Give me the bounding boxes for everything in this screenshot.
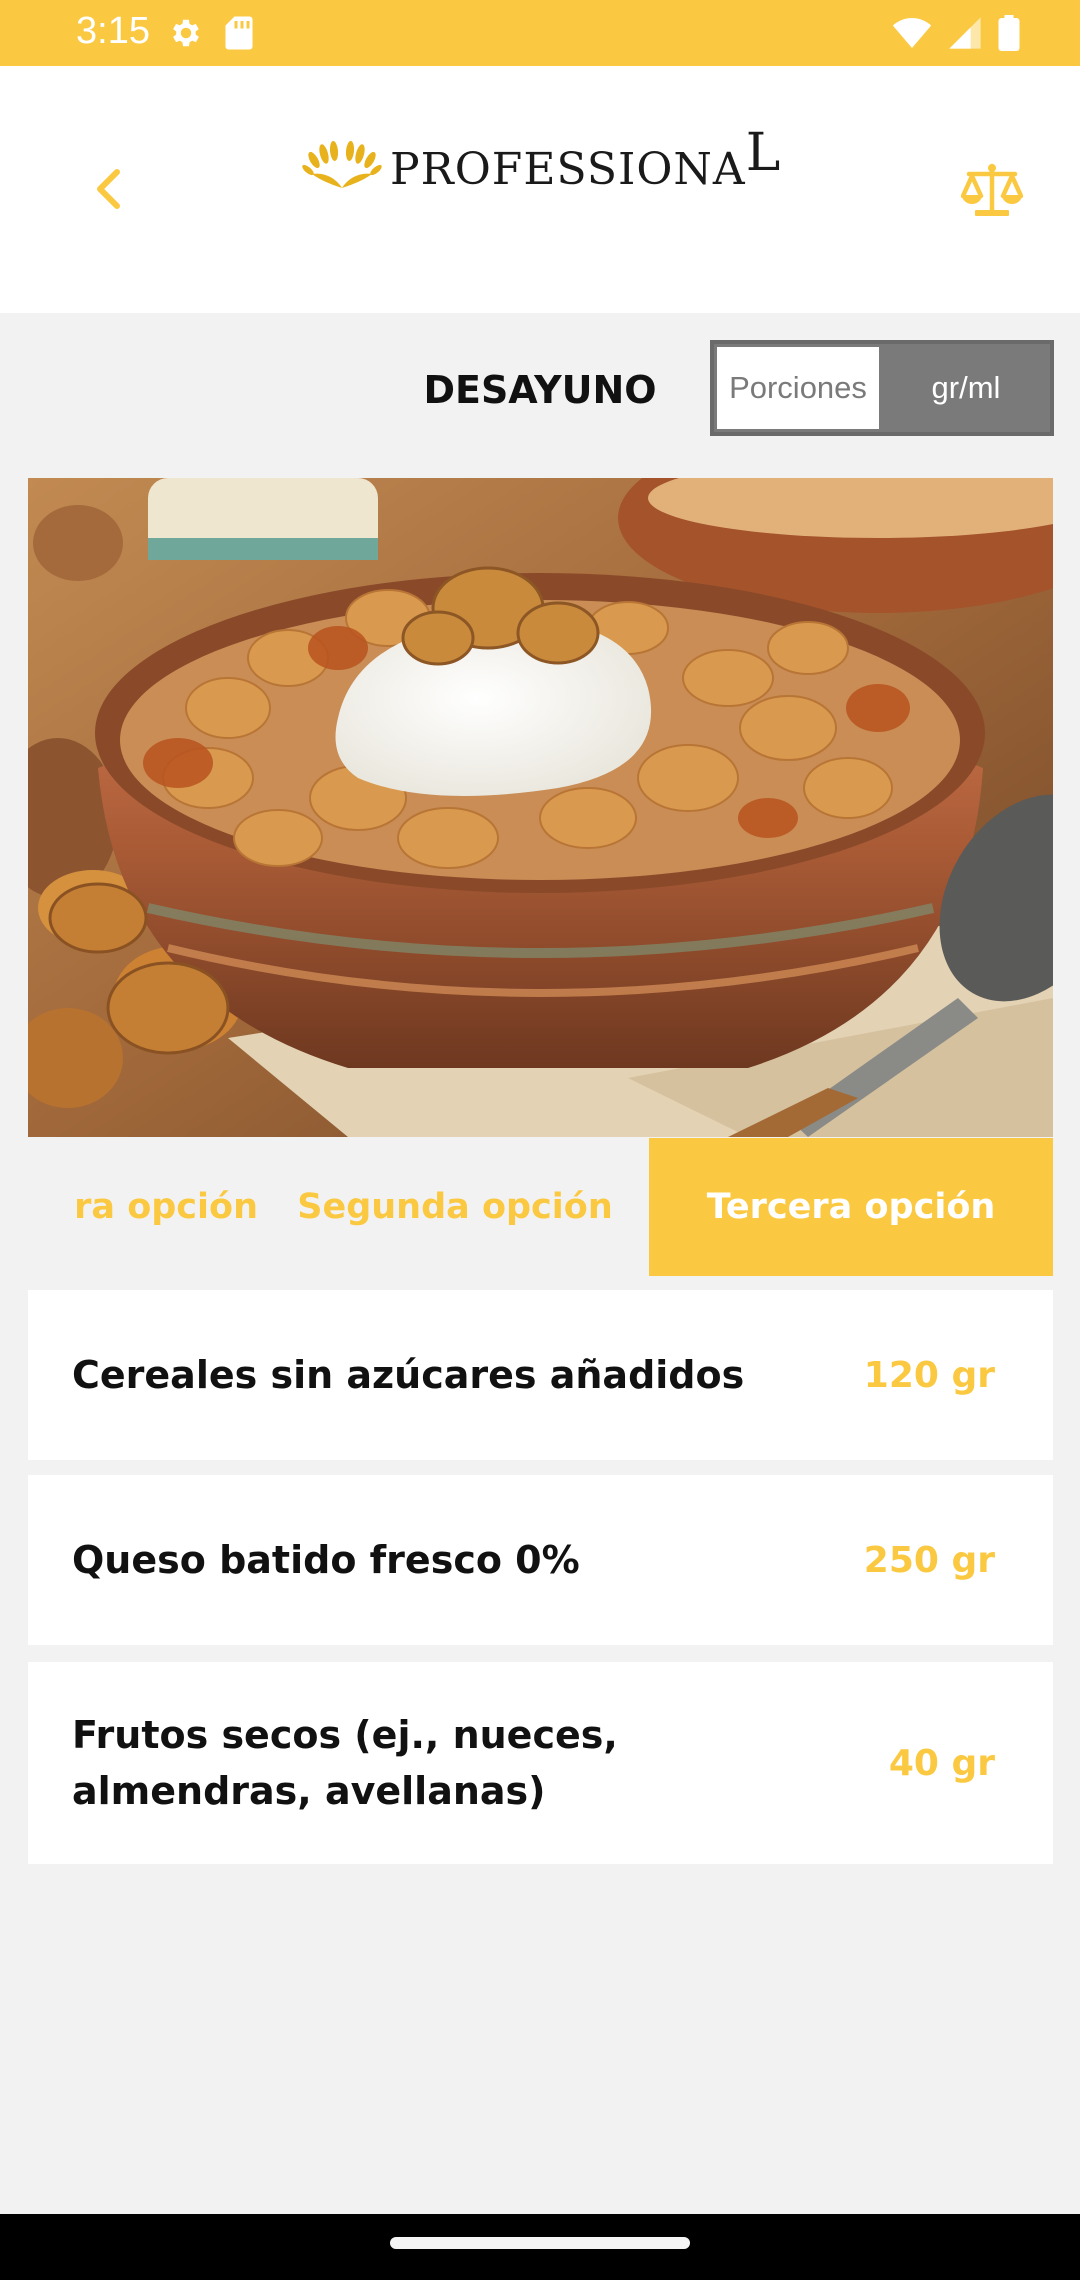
food-item-quantity: 120 gr	[863, 1354, 995, 1396]
status-left-icons	[168, 15, 254, 55]
back-button[interactable]	[80, 159, 136, 223]
app-header: PROFESSIONAL	[0, 66, 1080, 313]
screen: 3:15 PROFESSIONAL DESAYUNO Porciones gr/…	[0, 0, 1080, 2280]
scale-icon	[960, 162, 1024, 224]
meal-title: DESAYUNO	[423, 368, 657, 412]
status-right-icons	[892, 15, 1020, 55]
toggle-grams[interactable]: gr/ml	[882, 344, 1050, 432]
food-item-name: Queso batido fresco 0%	[72, 1538, 580, 1582]
battery-icon	[998, 15, 1020, 55]
tab-first-option[interactable]: ra opción	[28, 1138, 258, 1276]
settings-icon	[168, 15, 204, 55]
food-item: Queso batido fresco 0% 250 gr	[28, 1475, 1053, 1645]
unit-toggle[interactable]: Porciones gr/ml	[710, 340, 1054, 436]
food-item-quantity: 40 gr	[888, 1742, 995, 1784]
food-item-quantity: 250 gr	[863, 1539, 995, 1581]
brand-name-main: PROFESSIONA	[390, 144, 746, 195]
wifi-icon	[892, 16, 932, 54]
status-bar: 3:15	[0, 0, 1080, 66]
option-tabs: ra opción Segunda opción Tercera opción	[0, 1138, 1080, 1276]
tab-first-option-label: ra opción	[74, 1187, 258, 1227]
sd-card-icon	[224, 15, 254, 55]
food-item-name: Frutos secos (ej., nueces, almendras, av…	[72, 1713, 618, 1813]
tab-third-option[interactable]: Tercera opción	[649, 1138, 1053, 1276]
tab-third-option-label: Tercera opción	[706, 1187, 996, 1227]
tab-second-option[interactable]: Segunda opción	[260, 1138, 650, 1276]
status-time: 3:15	[76, 10, 150, 52]
laurel-icon	[300, 138, 390, 196]
brand-name-trailing: L	[745, 123, 782, 183]
tab-second-option-label: Segunda opción	[297, 1187, 613, 1227]
navigation-bar	[0, 2214, 1080, 2280]
food-item: Cereales sin azúcares añadidos 120 gr	[28, 1290, 1053, 1460]
toggle-portions[interactable]: Porciones	[714, 344, 882, 432]
food-item: Frutos secos (ej., nueces, almendras, av…	[28, 1662, 1053, 1864]
chevron-left-icon	[93, 167, 123, 215]
brand-name: PROFESSIONAL	[390, 123, 781, 197]
scale-button[interactable]	[956, 157, 1028, 229]
meal-image	[28, 478, 1053, 1137]
brand-logo: PROFESSIONAL	[300, 123, 781, 202]
home-indicator[interactable]	[390, 2237, 690, 2249]
signal-icon	[948, 16, 982, 54]
food-item-name: Cereales sin azúcares añadidos	[72, 1353, 745, 1397]
